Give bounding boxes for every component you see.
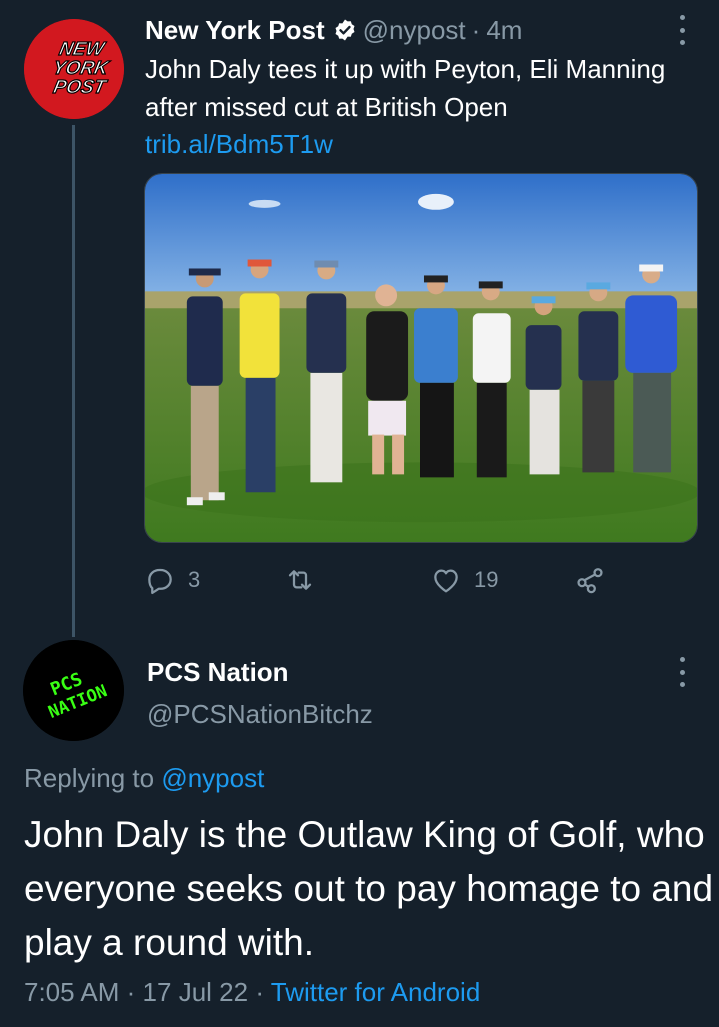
- author-name[interactable]: New York Post: [145, 12, 325, 48]
- more-options-icon[interactable]: [677, 15, 687, 45]
- reply-more-options-icon[interactable]: [677, 657, 687, 687]
- heart-icon: [434, 569, 458, 593]
- replying-to-label: Replying to: [24, 763, 155, 793]
- meta-separator-2: ·: [255, 977, 264, 1007]
- tweet-link[interactable]: trib.al/Bdm5T1w: [145, 126, 333, 162]
- meta-separator-1: ·: [126, 977, 136, 1007]
- thread-connector-line: [72, 125, 75, 637]
- nypost-logo-line-1: NEW: [57, 39, 108, 60]
- author-handle[interactable]: @nypost: [363, 12, 466, 48]
- retweet-icon: [288, 570, 312, 590]
- reply-count: 3: [188, 567, 201, 592]
- replying-to-line: Replying to @nypost: [24, 760, 264, 796]
- tweet-photo[interactable]: [144, 173, 698, 543]
- reply-date[interactable]: 17 Jul 22: [143, 977, 249, 1007]
- golf-group-photo: [145, 174, 697, 542]
- nypost-logo-line-2: YORK: [51, 58, 112, 79]
- nypost-avatar[interactable]: NEW YORK POST: [24, 19, 124, 119]
- tweet-actions-bar: 3 19: [144, 560, 624, 600]
- reply-metadata: 7:05 AM · 17 Jul 22 · Twitter for Androi…: [24, 974, 480, 1010]
- header-separator: ·: [471, 15, 481, 45]
- reply-time[interactable]: 7:05 AM: [24, 977, 119, 1007]
- reply-author-handle[interactable]: @PCSNationBitchz: [147, 696, 373, 732]
- pcsnation-avatar[interactable]: PCS NATION: [23, 640, 124, 741]
- replying-to-mention[interactable]: @nypost: [161, 763, 264, 793]
- reply-text: John Daly is the Outlaw King of Golf, wh…: [24, 814, 714, 963]
- like-button[interactable]: 19: [430, 560, 498, 600]
- share-icon: [577, 568, 603, 594]
- reply-source[interactable]: Twitter for Android: [271, 977, 481, 1007]
- tweet-timestamp[interactable]: 4m: [486, 12, 522, 48]
- retweet-button[interactable]: [284, 560, 328, 600]
- tweet-thread: NEW YORK POST New York Post @nypost · 4m…: [0, 0, 719, 1027]
- like-count: 19: [474, 567, 499, 592]
- share-button[interactable]: [574, 560, 606, 600]
- comment-icon: [148, 568, 172, 595]
- nypost-logo-line-3: POST: [51, 77, 109, 98]
- nypost-logo: NEW YORK POST: [24, 19, 124, 119]
- reply-button[interactable]: 3: [144, 560, 200, 600]
- reply-author-name[interactable]: PCS Nation: [147, 654, 289, 690]
- tweet-header: New York Post @nypost · 4m: [145, 12, 522, 48]
- verified-badge-icon: [333, 18, 357, 42]
- tweet-text: John Daly tees it up with Peyton, Eli Ma…: [145, 54, 666, 122]
- pcsnation-logo: PCS NATION: [23, 640, 124, 741]
